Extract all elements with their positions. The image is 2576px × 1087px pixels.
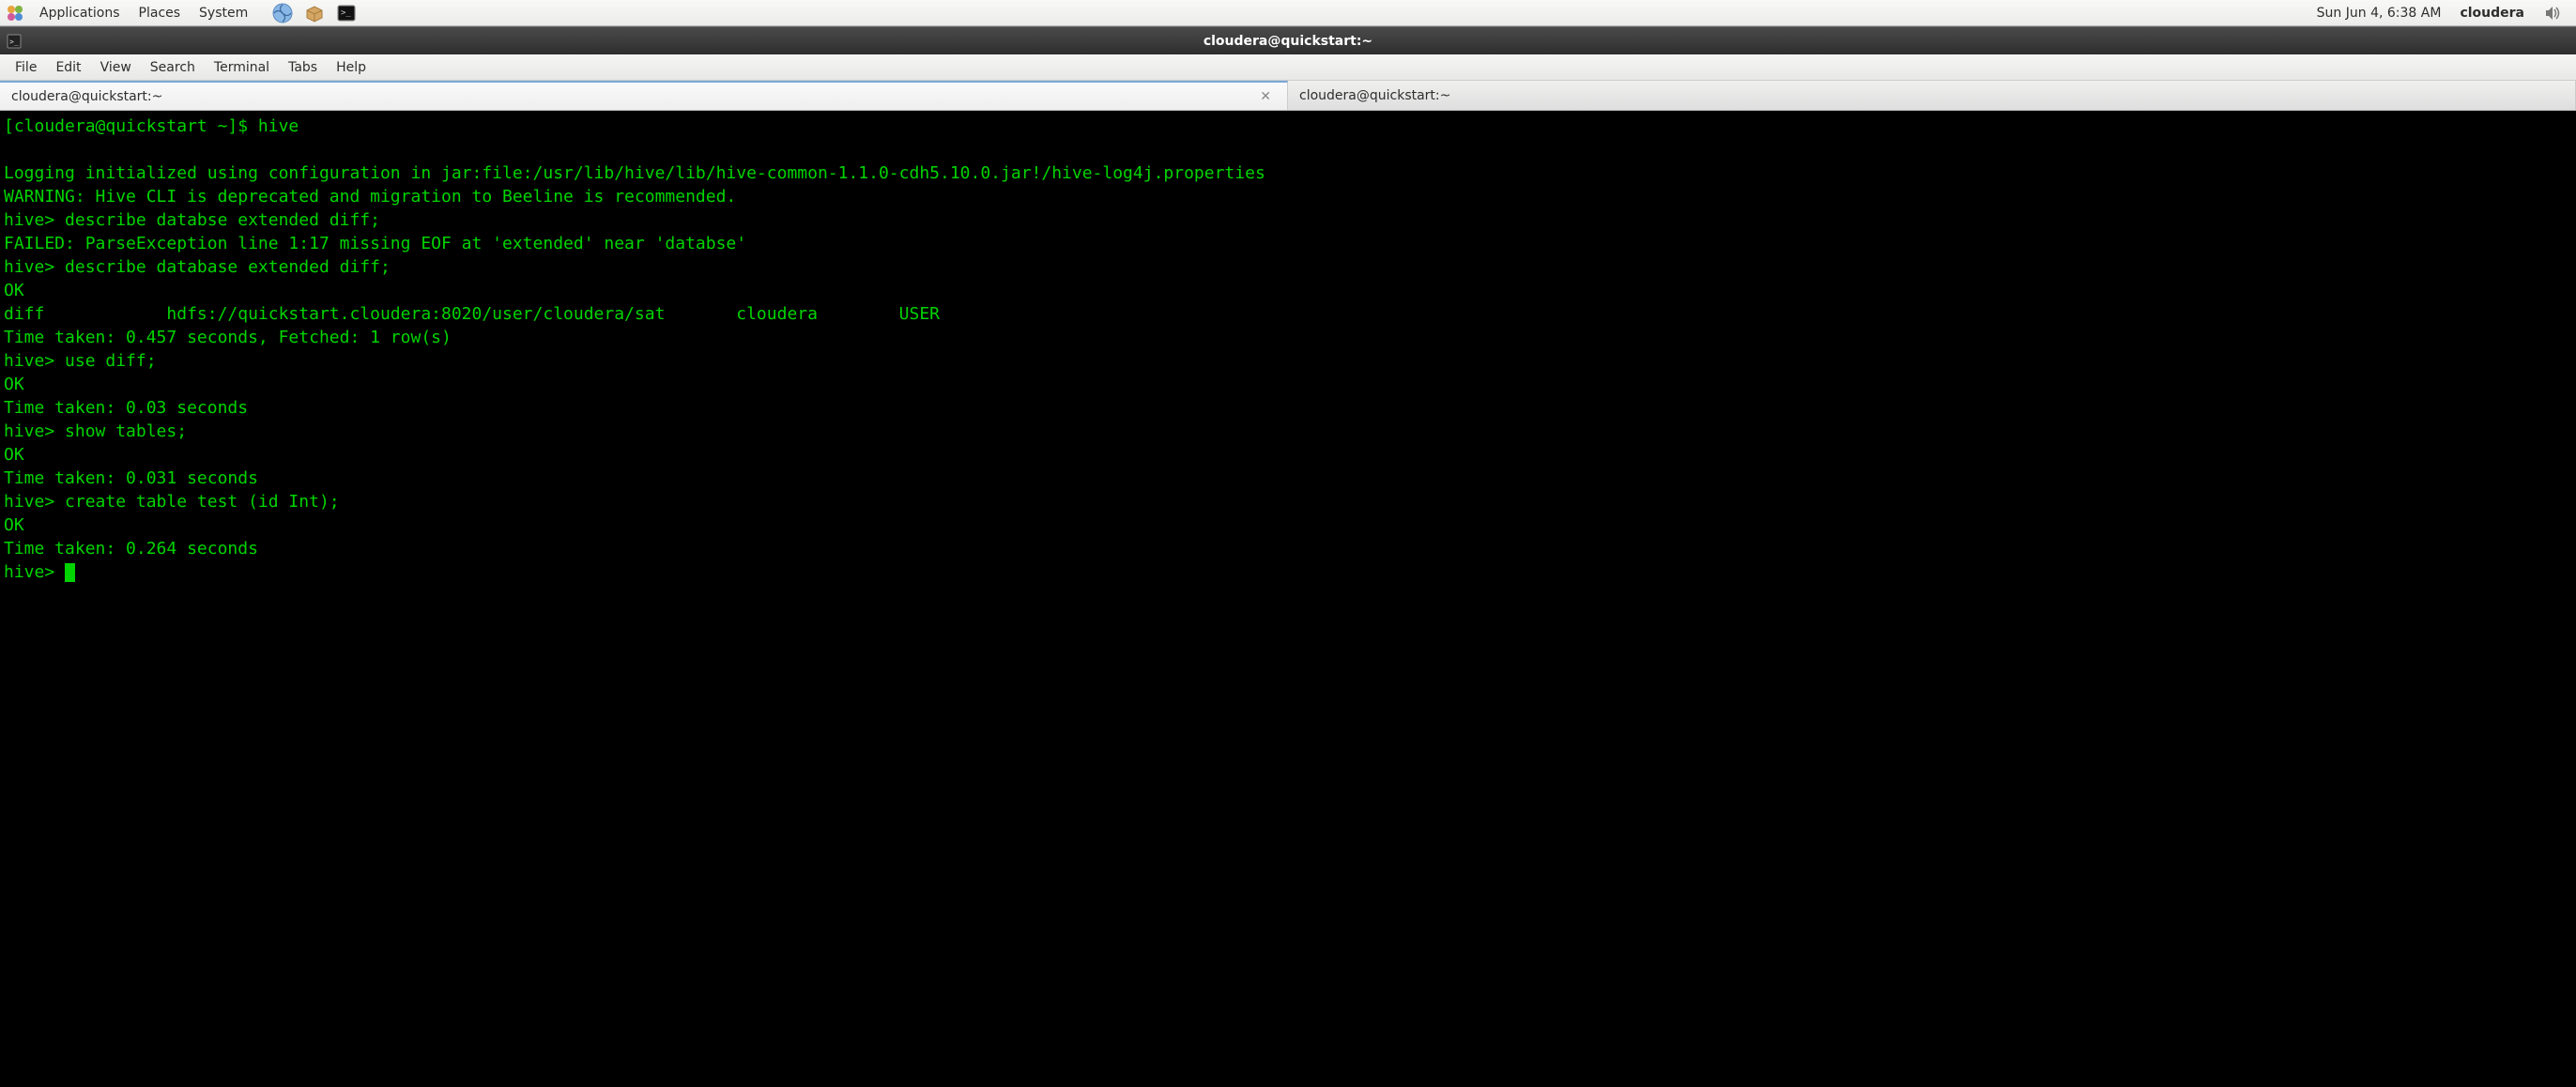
system-menu[interactable]: System <box>191 3 256 23</box>
places-menu[interactable]: Places <box>130 3 190 23</box>
svg-text:>_: >_ <box>9 38 19 46</box>
menu-tabs[interactable]: Tabs <box>279 56 327 79</box>
panel-launchers: >_ <box>271 2 358 24</box>
window-title: cloudera@quickstart:~ <box>30 34 2570 49</box>
panel-left: Applications Places System <box>5 2 358 24</box>
menu-edit[interactable]: Edit <box>46 56 90 79</box>
terminal-launcher-icon[interactable]: >_ <box>335 2 358 24</box>
terminal-cursor <box>65 563 75 582</box>
terminal-tab-1[interactable]: cloudera@quickstart:~ ✕ <box>0 81 1288 110</box>
distro-icon[interactable] <box>5 3 25 23</box>
panel-clock[interactable]: Sun Jun 4, 6:38 AM <box>2317 6 2442 21</box>
panel-right: Sun Jun 4, 6:38 AM cloudera <box>2317 4 2571 23</box>
terminal-output[interactable]: [cloudera@quickstart ~]$ hive Logging in… <box>0 111 2576 1087</box>
menu-file[interactable]: File <box>6 56 46 79</box>
gnome-top-panel: Applications Places System <box>0 0 2576 26</box>
panel-user[interactable]: cloudera <box>2460 6 2524 21</box>
menu-view[interactable]: View <box>91 56 141 79</box>
terminal-window-icon: >_ <box>6 33 23 50</box>
tab-label: cloudera@quickstart:~ <box>11 89 1255 104</box>
package-launcher-icon[interactable] <box>303 2 326 24</box>
close-icon[interactable]: ✕ <box>1255 87 1276 106</box>
terminal-menubar: File Edit View Search Terminal Tabs Help <box>0 54 2576 81</box>
menu-terminal[interactable]: Terminal <box>205 56 279 79</box>
menu-help[interactable]: Help <box>327 56 376 79</box>
menu-search[interactable]: Search <box>141 56 205 79</box>
applications-menu[interactable]: Applications <box>31 3 129 23</box>
window-titlebar: >_ cloudera@quickstart:~ <box>0 26 2576 54</box>
browser-launcher-icon[interactable] <box>271 2 294 24</box>
terminal-tabbar: cloudera@quickstart:~ ✕ cloudera@quickst… <box>0 81 2576 111</box>
svg-text:>_: >_ <box>341 8 351 18</box>
tab-label: cloudera@quickstart:~ <box>1299 88 2564 103</box>
volume-icon[interactable] <box>2543 4 2562 23</box>
terminal-tab-2[interactable]: cloudera@quickstart:~ <box>1288 81 2576 110</box>
